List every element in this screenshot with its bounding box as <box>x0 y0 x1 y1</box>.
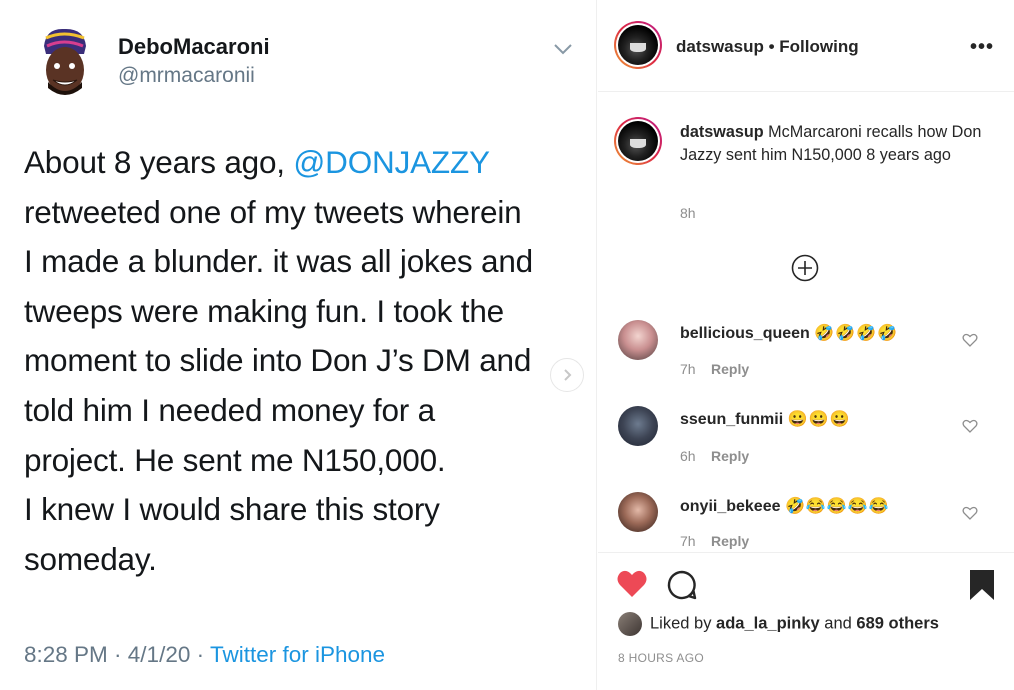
comment-like-icon[interactable] <box>962 505 978 521</box>
tweet-line: project. He sent me N150,000. <box>24 441 446 478</box>
tweet-mention: @DONJAZZY <box>293 144 490 180</box>
tweet-meta: 8:28 PM · 4/1/20 · Twitter for iPhone <box>24 642 385 668</box>
more-options-icon[interactable]: ••• <box>970 36 994 59</box>
commenter-username[interactable]: bellicious_queen <box>680 325 810 342</box>
tweet-line: retweeted one of my tweets wherein <box>24 193 522 230</box>
caption-avatar[interactable] <box>614 117 662 165</box>
like-heart-icon[interactable] <box>616 569 648 599</box>
post-header: datswasup • Following ••• <box>598 0 1014 92</box>
commenter-avatar[interactable] <box>618 492 658 532</box>
comment-time: 7h <box>680 361 696 377</box>
author-username[interactable]: datswasup <box>676 37 764 56</box>
comment-like-icon[interactable] <box>962 418 978 434</box>
post-image: DeboMacaroni @mrmacaronii About 8 years … <box>0 0 597 690</box>
comment-text: 😀😀😀 <box>787 411 851 428</box>
liked-by-summary: Liked by ada_la_pinky and 689 others <box>618 612 939 636</box>
reply-button[interactable]: Reply <box>711 533 749 549</box>
tweet-line: tweeps were making fun. I took the <box>24 292 504 329</box>
tweet-body: About 8 years ago, @DONJAZZY retweeted o… <box>24 138 584 584</box>
tweet-display-name: DeboMacaroni <box>118 34 270 59</box>
tweet-line: told him I needed money for a <box>24 391 435 428</box>
post-timestamp: 8 HOURS AGO <box>618 651 704 665</box>
comment-icon[interactable] <box>666 569 698 601</box>
post-caption: datswasup McMarcaroni recalls how Don Ja… <box>680 121 990 166</box>
commenter-username[interactable]: onyii_bekeee <box>680 498 781 515</box>
comment-line: bellicious_queen 🤣🤣🤣🤣 <box>680 323 898 343</box>
bookmark-icon[interactable] <box>968 569 996 601</box>
tweet-line: someday. <box>24 540 157 577</box>
comment-line: sseun_funmii 😀😀😀 <box>680 409 850 429</box>
commenter-avatar[interactable] <box>618 320 658 360</box>
chevron-right-icon <box>564 369 572 381</box>
commenter-avatar[interactable] <box>618 406 658 446</box>
reply-button[interactable]: Reply <box>711 448 749 464</box>
comment-line: onyii_bekeee 🤣😂😂😂😂 <box>680 496 890 516</box>
author-avatar[interactable] <box>614 21 662 69</box>
caption-username[interactable]: datswasup <box>680 123 764 141</box>
tweet-avatar <box>44 28 86 95</box>
tweet-time: 8:28 PM · 4/1/20 · <box>24 642 210 667</box>
tweet-line: moment to slide into Don J’s DM and <box>24 342 532 379</box>
chevron-down-icon <box>554 44 572 55</box>
reply-button[interactable]: Reply <box>711 361 749 377</box>
comment-like-icon[interactable] <box>962 332 978 348</box>
following-button[interactable]: Following <box>779 37 858 56</box>
tweet-line: I knew I would share this story <box>24 491 440 528</box>
liker-username[interactable]: ada_la_pinky <box>716 614 820 632</box>
tweet-line: About 8 years ago, @DONJAZZY <box>24 144 490 180</box>
tweet-line: I made a blunder. it was all jokes and <box>24 243 533 280</box>
tweet-source: Twitter for iPhone <box>209 642 386 667</box>
next-image-button[interactable] <box>550 358 584 392</box>
comment-time: 6h <box>680 448 696 464</box>
comment-text: 🤣🤣🤣🤣 <box>814 325 898 342</box>
commenter-username[interactable]: sseun_funmii <box>680 411 783 428</box>
header-user-row: datswasup • Following <box>676 37 859 57</box>
likes-count[interactable]: 689 others <box>856 614 939 632</box>
tweet-handle: @mrmacaronii <box>118 64 255 87</box>
load-more-comments-icon[interactable] <box>791 254 819 282</box>
comment: bellicious_queen 🤣🤣🤣🤣 7h Reply <box>598 318 1014 398</box>
header-separator: • <box>768 37 775 56</box>
post-actions: Liked by ada_la_pinky and 689 others 8 H… <box>598 552 1014 690</box>
caption-time: 8h <box>680 205 696 221</box>
comment-time: 7h <box>680 533 696 549</box>
comment-text: 🤣😂😂😂😂 <box>784 498 890 515</box>
comment: sseun_funmii 😀😀😀 6h Reply <box>598 404 1014 484</box>
liker-avatar[interactable] <box>618 612 642 636</box>
post-details-panel: datswasup • Following ••• datswasup McMa… <box>598 0 1014 690</box>
